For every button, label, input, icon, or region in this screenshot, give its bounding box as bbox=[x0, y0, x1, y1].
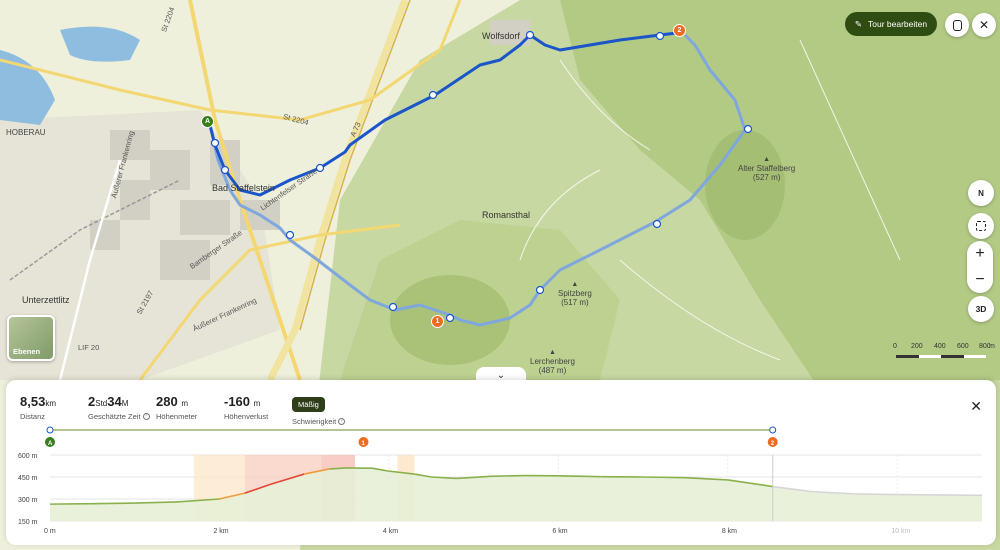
stat-duration: 2Std34M Geschätzte Zeit? bbox=[88, 394, 150, 421]
x-tick-label: 6 km bbox=[552, 528, 567, 535]
edit-tour-button[interactable]: ✎ Tour bearbeiten bbox=[845, 12, 937, 36]
area-label-hoberau: HOBERAU bbox=[6, 128, 46, 137]
x-tick-label: 2 km bbox=[213, 528, 228, 535]
stat-ascent: 280 m Höhenmeter bbox=[156, 394, 198, 421]
elevation-profile-chart[interactable]: 600 m 450 m 300 m 150 m 0 m 2 km 4 km 6 km 8 km 1… bbox=[6, 420, 996, 545]
town-label-bad-staffelstein: Bad Staffelstein bbox=[212, 183, 275, 193]
pencil-icon: ✎ bbox=[854, 18, 863, 29]
start-marker[interactable]: A bbox=[201, 115, 214, 128]
peak-icon: ▲ bbox=[571, 281, 579, 288]
close-icon: ✕ bbox=[978, 18, 990, 32]
elevation-line-segment bbox=[92, 502, 135, 505]
town-label-romansthal: Romansthal bbox=[482, 210, 531, 220]
y-tick-label: 150 m bbox=[18, 519, 38, 526]
fit-route-button[interactable] bbox=[968, 213, 994, 239]
elevation-line-segment bbox=[897, 493, 983, 497]
town-label-wolfsdorf: Wolfsdorf bbox=[482, 31, 520, 41]
close-panel-button[interactable]: ✕ bbox=[970, 398, 982, 415]
info-icon[interactable]: ? bbox=[142, 413, 150, 420]
y-tick-label: 600 m bbox=[18, 453, 38, 460]
fit-bounds-icon bbox=[976, 221, 986, 231]
x-tick-label: 10 km bbox=[891, 528, 910, 535]
elevation-line-segment bbox=[490, 474, 525, 478]
stat-distance: 8,53km Distanz bbox=[20, 394, 56, 421]
x-tick-label: 0 m bbox=[44, 528, 56, 535]
x-tick-label: 8 km bbox=[722, 528, 737, 535]
compass-button[interactable]: N bbox=[968, 180, 994, 206]
3d-toggle-button[interactable]: 3D bbox=[968, 296, 994, 322]
peak-icon: ▲ bbox=[548, 349, 556, 356]
elevation-line-segment bbox=[643, 476, 686, 479]
difficulty-badge: Mäßig bbox=[292, 397, 325, 412]
track-endpoint bbox=[46, 426, 54, 434]
elevation-line-segment bbox=[854, 493, 898, 496]
y-tick-label: 450 m bbox=[18, 475, 38, 482]
y-tick-label: 300 m bbox=[18, 497, 38, 504]
peak-icon: ▲ bbox=[763, 156, 771, 163]
watch-sync-button[interactable] bbox=[945, 13, 969, 37]
stat-descent: -160 m Höhenverlust bbox=[224, 394, 269, 421]
x-tick-label: 4 km bbox=[383, 528, 398, 535]
poi-marker-2[interactable]: 2 bbox=[673, 24, 686, 37]
zoom-out-button[interactable]: − bbox=[967, 267, 993, 293]
peak-spitzberg: ▲ Spitzberg (517 m) bbox=[558, 281, 592, 307]
zoom-control: + − bbox=[967, 241, 993, 293]
close-map-button[interactable]: ✕ bbox=[972, 13, 996, 37]
road-label: LIF 20 bbox=[78, 343, 100, 352]
peak-lerchenberg: ▲ Lerchenberg (487 m) bbox=[530, 349, 575, 375]
poi-marker-1[interactable]: 1 bbox=[431, 315, 444, 328]
town-label-unterzettlitz: Unterzettlitz bbox=[22, 295, 70, 305]
track-endpoint bbox=[769, 426, 777, 434]
elevation-line-segment bbox=[329, 467, 347, 470]
compass-icon: N bbox=[978, 188, 984, 198]
watch-icon bbox=[952, 19, 962, 31]
map-scale: 0 200 400 600 800 m bbox=[893, 343, 995, 363]
tour-details-panel: 8,53km Distanz 2Std34M Geschätzte Zeit? … bbox=[6, 380, 996, 545]
layers-button[interactable]: Ebenen bbox=[7, 315, 55, 361]
elevation-line-segment bbox=[558, 475, 601, 478]
profile-waypoint-label: A bbox=[48, 441, 53, 447]
peak-alter-staffelberg: ▲ Alter Staffelberg (527 m) bbox=[738, 156, 796, 182]
chevron-down-icon: ⌄ bbox=[496, 369, 506, 381]
zoom-in-button[interactable]: + bbox=[967, 241, 993, 267]
